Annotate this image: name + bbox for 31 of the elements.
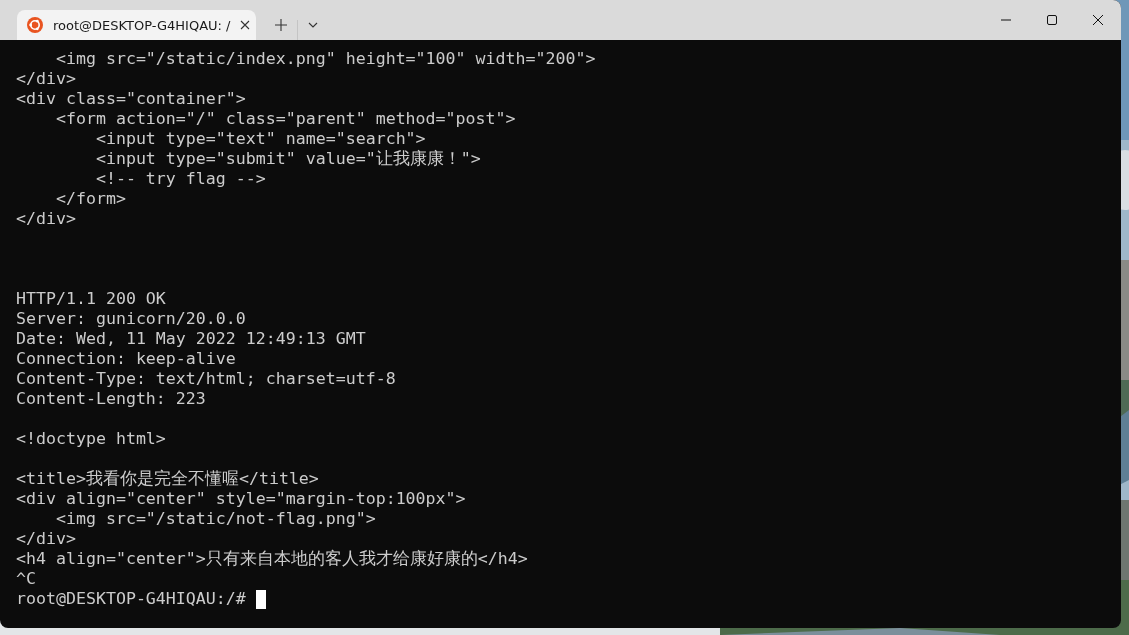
- terminal-line: Date: Wed, 11 May 2022 12:49:13 GMT: [16, 329, 366, 349]
- terminal-line: </form>: [54, 189, 126, 209]
- terminal-line: ^C: [16, 569, 36, 589]
- maximize-icon[interactable]: [1047, 15, 1057, 25]
- terminal-line: <img src="/static/index.png" height="100" width="200">: [54, 49, 596, 69]
- terminal-line: HTTP/1.1 200 OK: [16, 289, 166, 309]
- text-cursor: [255, 589, 266, 609]
- terminal-line: <div align="center" style="margin-top:100px">: [16, 489, 466, 509]
- terminal-line: <img src="/static/not-flag.png">: [54, 509, 376, 529]
- terminal-line: Content-Length: 223: [16, 389, 206, 409]
- close-tab-icon[interactable]: [240, 20, 251, 30]
- terminal-line: </div>: [16, 209, 76, 229]
- terminal-tab[interactable]: root@DESKTOP-G4HIQAU: /: [17, 10, 256, 40]
- new-tab-icon[interactable]: [275, 19, 287, 31]
- terminal-line: Connection: keep-alive: [16, 349, 236, 369]
- terminal-line: <!doctype html>: [16, 429, 166, 449]
- terminal-line: <input type="text" name="search">: [94, 129, 426, 149]
- terminal-line: </div>: [16, 529, 76, 549]
- terminal-line: <input type="submit" value="让我康康！">: [94, 149, 481, 169]
- ubuntu-logo-icon: [27, 17, 43, 33]
- terminal-line: <div class="container">: [16, 89, 246, 109]
- terminal-line: Server: gunicorn/20.0.0: [16, 309, 246, 329]
- terminal-line: Content-Type: text/html; charset=utf-8: [16, 369, 396, 389]
- terminal-line: <h4 align="center">只有来自本地的客人我才给康好康的</h4>: [16, 549, 528, 569]
- terminal-line: </div>: [16, 69, 76, 89]
- terminal-line: <form action="/" class="parent" method="post">: [54, 109, 516, 129]
- dropdown-chevron-icon[interactable]: [308, 22, 318, 28]
- close-icon[interactable]: [1093, 15, 1103, 25]
- terminal-line: <title>我看你是完全不懂喔</title>: [16, 469, 319, 489]
- terminal-line: <!-- try flag -->: [94, 169, 266, 189]
- shell-prompt: root@DESKTOP-G4HIQAU:/#: [16, 589, 246, 609]
